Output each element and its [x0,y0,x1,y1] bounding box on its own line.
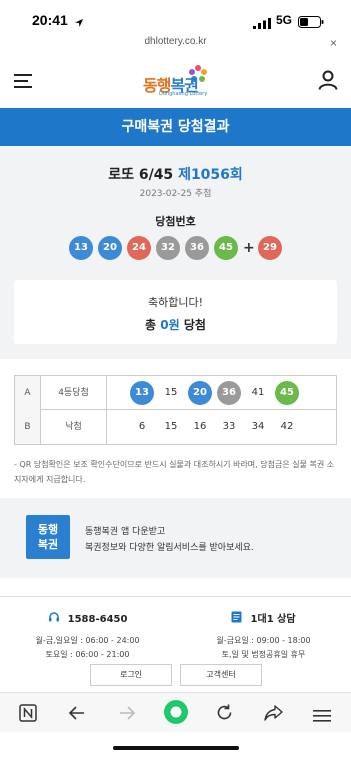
table-row: B 낙첨 6 15 16 33 34 42 [15,410,336,444]
signal-icon [253,14,271,33]
row-id: A [15,376,41,410]
game-round: 제1056회 [178,167,243,183]
back-arrow-icon[interactable] [68,704,86,726]
bonus-ball: 29 [258,236,282,260]
prize-amount: 0원 [160,318,180,332]
logo-subtext: Donghaeng Lottery [159,91,208,97]
browser-toolbar [0,692,351,732]
ticket-number: 15 [164,421,178,432]
site-logo[interactable]: 동행복권 Donghaeng Lottery [143,64,213,98]
share-icon[interactable] [264,704,283,726]
phone-hours: 월-금,일요일 : 06:00 - 24:00 [35,636,140,645]
status-bar: 20:41 5G [0,0,351,40]
ticket-number: 33 [222,421,236,432]
phone-block[interactable]: 1588-6450 월-금,일요일 : 06:00 - 24:00 토요일 : … [0,607,175,662]
refresh-icon[interactable] [215,703,234,726]
login-button[interactable]: 로그인 [90,664,172,686]
home-indicator [113,746,239,750]
ticket-number: 16 [193,421,207,432]
user-icon[interactable] [318,70,338,94]
matched-number: 13 [130,381,154,405]
winning-ball: 24 [127,236,151,260]
plus-sign: + [243,240,255,256]
support-button[interactable]: 고객센터 [180,664,262,686]
menu-icon[interactable] [14,73,32,92]
battery-icon [298,13,324,32]
row-id: B [15,410,41,444]
promo-text: 동행복권 앱 다운받고 복권정보와 다양한 알림서비스를 받아보세요. [85,527,254,553]
result-card: 축하합니다! 총 0원 당첨 [14,280,337,344]
qr-notice: - QR 당첨확인은 보조 확인수단이므로 반드시 실물과 대조하시기 바라며,… [14,460,335,484]
row-rank: 낙첨 [41,410,107,444]
forward-arrow-icon[interactable] [118,704,136,726]
winning-numbers-label: 당첨번호 [155,215,196,228]
phone-number: 1588-6450 [67,614,128,625]
winning-ball: 20 [98,236,122,260]
ticket-number: 41 [251,387,265,398]
draw-date: 2023-02-25 추첨 [139,189,212,199]
congrats-text: 축하합니다! [147,296,203,309]
game-title: 로또 6/45 제1056회 [0,164,351,184]
url-text: dhlottery.co.kr [144,36,207,47]
matched-number: 20 [188,381,212,405]
site-header: 동행복권 Donghaeng Lottery [0,56,351,106]
menu-lines-icon[interactable] [313,707,331,726]
location-icon [74,13,84,32]
naver-n-icon[interactable] [19,704,37,726]
ticket-number: 34 [251,421,265,432]
footer: 1588-6450 월-금,일요일 : 06:00 - 24:00 토요일 : … [0,596,351,692]
status-time: 20:41 [32,12,68,28]
winning-ball: 36 [185,236,209,260]
table-row: A 4등당첨 13 15 20 36 41 45 [15,376,336,410]
winning-ball: 32 [156,236,180,260]
chat-hours: 월-금요일 : 09:00 - 18:00 [216,636,311,645]
chat-hours: 토,일 및 법정공휴일 휴무 [221,650,306,659]
matched-number: 45 [275,381,299,405]
document-icon [231,608,242,627]
headset-icon [48,608,60,627]
winning-ball: 13 [69,236,93,260]
prize-total: 총 0원 당첨 [145,318,206,332]
chat-block[interactable]: 1대1 상담 월-금요일 : 09:00 - 18:00 토,일 및 법정공휴일… [176,607,351,662]
ticket-number: 6 [138,421,146,432]
green-dot-icon[interactable] [163,699,189,729]
phone-hours: 토요일 : 06:00 - 21:00 [45,650,130,659]
network-type: 5G [276,13,293,27]
ticket-number: 15 [164,387,178,398]
close-icon[interactable]: × [330,36,337,50]
row-rank: 4등당첨 [41,376,107,410]
url-bar[interactable]: dhlottery.co.kr × [0,36,351,54]
chat-title: 1대1 상담 [250,614,296,625]
winning-ball: 45 [214,236,238,260]
matched-number: 36 [217,381,241,405]
game-name: 로또 6/45 [108,167,174,183]
page-banner: 구매복권 당첨결과 [0,108,351,146]
ticket-number: 42 [280,421,294,432]
ticket-table: A 4등당첨 13 15 20 36 41 45 B 낙첨 6 15 16 33… [14,375,337,445]
app-icon[interactable]: 동행 복권 [26,515,70,559]
